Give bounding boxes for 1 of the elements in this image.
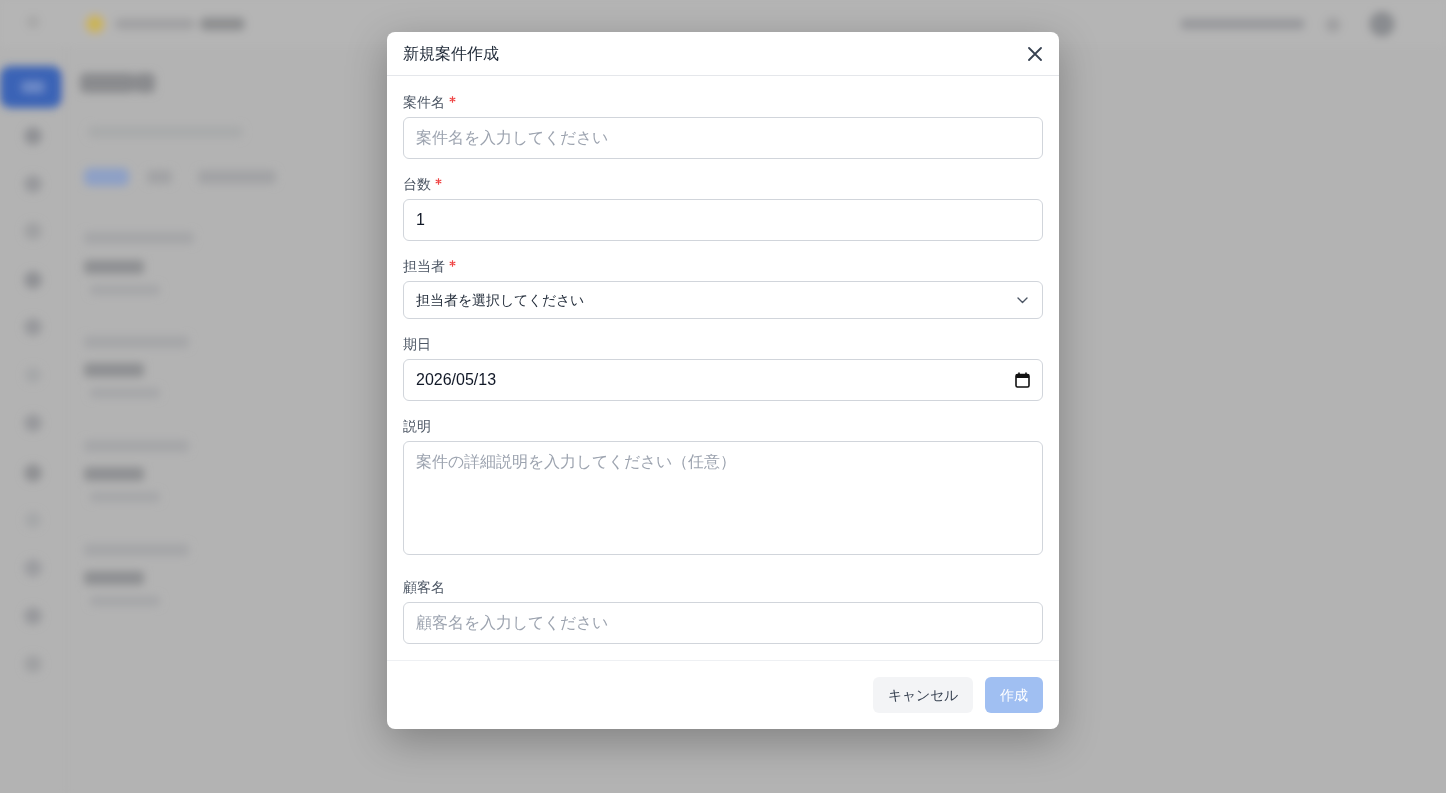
- cancel-button[interactable]: キャンセル: [873, 677, 973, 713]
